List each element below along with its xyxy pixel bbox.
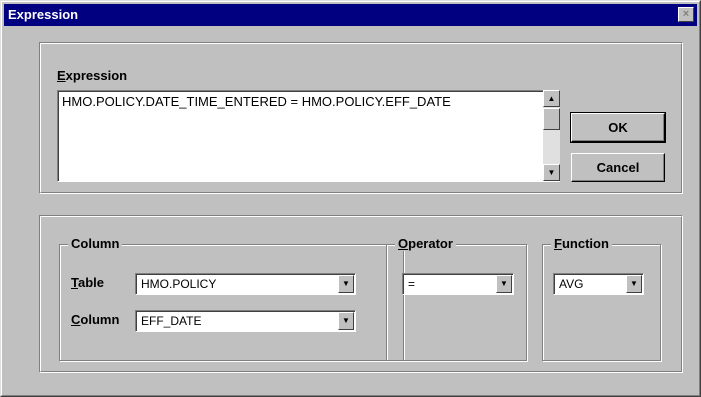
table-select[interactable]: HMO.POLICY ▼ <box>135 273 356 295</box>
operator-group: Operator = ▼ <box>386 236 527 361</box>
operator-group-label: Operator <box>395 236 456 251</box>
table-label: Table <box>71 275 104 290</box>
function-select-value: AVG <box>559 277 584 291</box>
function-group: Function AVG ▼ <box>542 236 661 361</box>
scroll-down-icon[interactable]: ▼ <box>543 164 560 181</box>
chevron-down-icon[interactable]: ▼ <box>338 312 354 330</box>
expression-text: HMO.POLICY.DATE_TIME_ENTERED = HMO.POLIC… <box>62 94 451 109</box>
expression-label: Expression <box>57 68 128 83</box>
expression-scrollbar[interactable]: ▲ ▼ <box>543 90 560 181</box>
column-select[interactable]: EFF_DATE ▼ <box>135 310 356 332</box>
ok-button[interactable]: OK <box>570 112 666 143</box>
title-bar: Expression × <box>4 4 697 26</box>
scroll-up-icon[interactable]: ▲ <box>543 90 560 107</box>
operator-select[interactable]: = ▼ <box>402 273 514 295</box>
cancel-button[interactable]: Cancel <box>571 153 665 182</box>
table-select-value: HMO.POLICY <box>141 277 217 291</box>
function-select[interactable]: AVG ▼ <box>553 273 644 295</box>
expression-panel: Expression HMO.POLICY.DATE_TIME_ENTERED … <box>39 42 683 194</box>
chevron-down-icon[interactable]: ▼ <box>496 275 512 293</box>
function-group-label: Function <box>551 236 612 251</box>
expression-textarea[interactable]: HMO.POLICY.DATE_TIME_ENTERED = HMO.POLIC… <box>57 90 560 182</box>
criteria-panel: Column Table HMO.POLICY ▼ Column EFF_DAT… <box>39 215 683 373</box>
window-title: Expression <box>8 7 79 22</box>
column-group: Column Table HMO.POLICY ▼ Column EFF_DAT… <box>59 236 404 361</box>
expression-dialog: Expression × Expression HMO.POLICY.DATE_… <box>0 0 701 397</box>
scroll-thumb[interactable] <box>543 108 560 130</box>
close-icon[interactable]: × <box>678 7 694 22</box>
column-select-value: EFF_DATE <box>141 314 202 328</box>
operator-select-value: = <box>408 277 416 291</box>
chevron-down-icon[interactable]: ▼ <box>626 275 642 293</box>
column-group-label: Column <box>68 236 123 251</box>
column-label: Column <box>71 312 120 327</box>
chevron-down-icon[interactable]: ▼ <box>338 275 354 293</box>
